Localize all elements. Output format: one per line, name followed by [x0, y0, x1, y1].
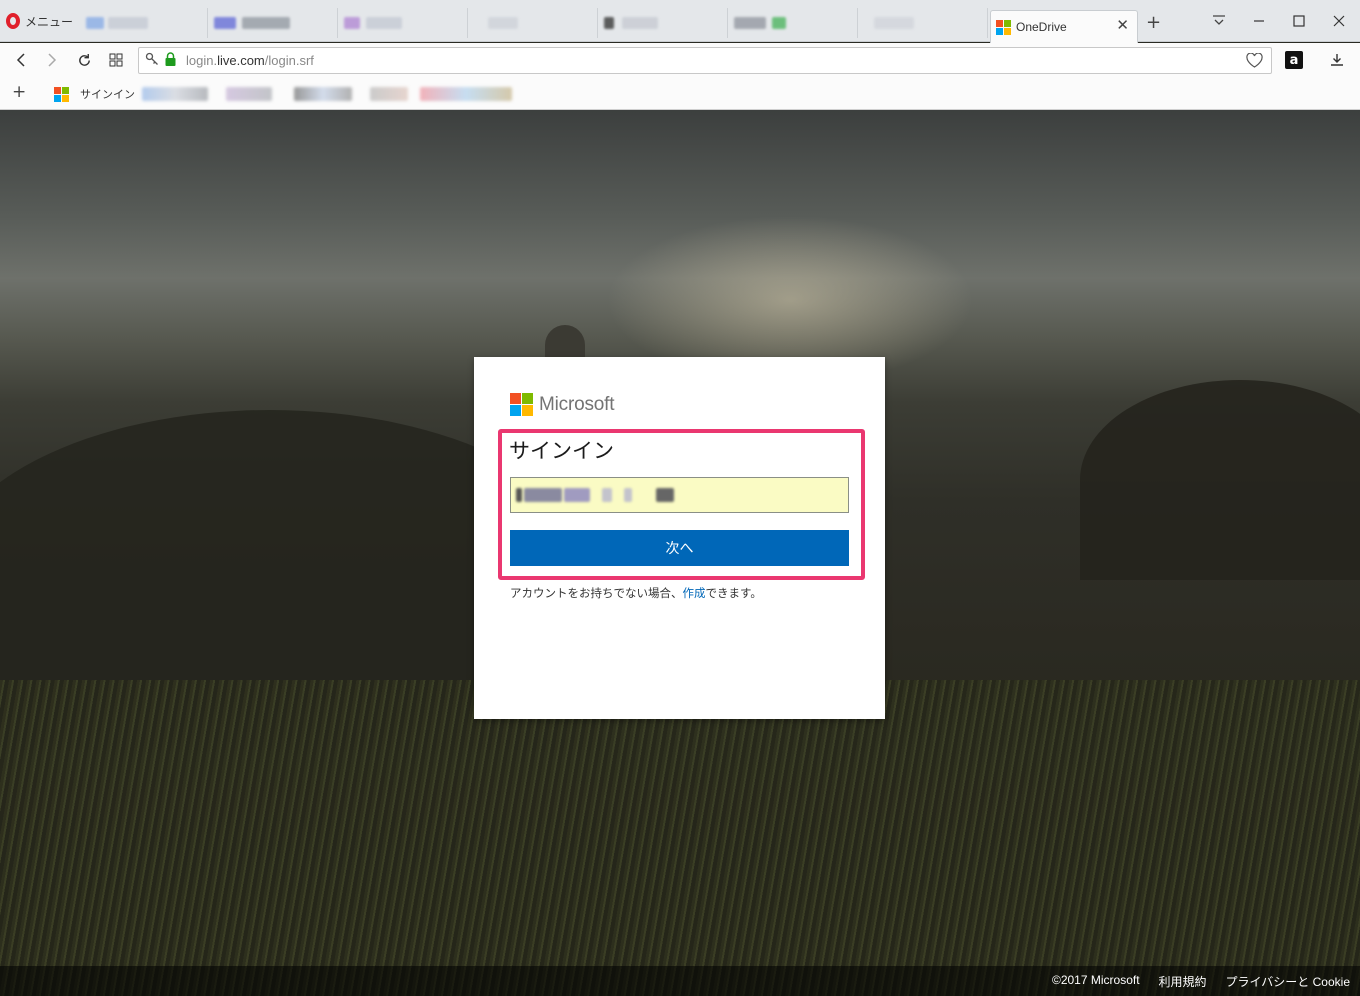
create-account-link[interactable]: 作成	[683, 586, 706, 600]
page-viewport: Microsoft サインイン 次へ アカウントをお持ちでない場合、作成できます…	[0, 110, 1360, 996]
terms-link[interactable]: 利用規約	[1159, 973, 1207, 990]
bookmark-item[interactable]	[142, 87, 208, 101]
microsoft-logo-icon	[510, 393, 533, 416]
copyright-text: ©2017 Microsoft	[1051, 973, 1140, 987]
browser-tab[interactable]	[338, 8, 468, 38]
email-field[interactable]	[510, 477, 849, 513]
browser-menu-button[interactable]: メニュー	[6, 10, 73, 32]
signin-card: Microsoft サインイン 次へ アカウントをお持ちでない場合、作成できます…	[474, 357, 885, 719]
bookmarks-bar: + サインイン	[0, 78, 1360, 110]
brand-name: Microsoft	[539, 393, 615, 415]
browser-menu-label: メニュー	[25, 14, 74, 29]
background-scenery	[0, 680, 1360, 996]
bookmark-label: サインイン	[80, 88, 135, 101]
bookmark-signin[interactable]: サインイン	[54, 86, 135, 102]
add-bookmark-icon[interactable]: +	[12, 84, 26, 101]
tab-onedrive[interactable]: OneDrive ✕	[990, 10, 1138, 43]
browser-tab[interactable]	[598, 8, 728, 38]
bookmark-item[interactable]	[226, 87, 272, 101]
minimize-icon[interactable]	[1246, 10, 1272, 32]
address-bar: login.live.com/login.srf a	[0, 43, 1360, 78]
tab-bar: メニュー OneDrive ✕ +	[0, 0, 1360, 43]
page-title: サインイン	[509, 439, 614, 463]
background-scenery	[1080, 380, 1360, 580]
bookmark-item[interactable]	[294, 87, 352, 101]
download-icon[interactable]	[1326, 49, 1348, 71]
microsoft-brand: Microsoft	[510, 393, 614, 416]
new-tab-icon[interactable]: +	[1146, 14, 1161, 32]
browser-tab[interactable]	[468, 8, 598, 38]
bookmark-item[interactable]	[370, 87, 408, 101]
bookmark-item[interactable]	[420, 87, 512, 101]
browser-tab[interactable]	[858, 8, 988, 38]
no-account-text: アカウントをお持ちでない場合、作成できます。	[510, 586, 762, 600]
forward-icon[interactable]	[41, 49, 63, 71]
privacy-cookie-link[interactable]: プライバシーと Cookie	[1226, 973, 1350, 990]
bookmark-heart-icon[interactable]	[1246, 52, 1263, 72]
reload-icon[interactable]	[73, 49, 95, 71]
background-tabs	[78, 8, 988, 38]
url-field[interactable]: login.live.com/login.srf	[138, 47, 1272, 74]
tab-menu-icon[interactable]	[1206, 10, 1232, 32]
microsoft-logo-icon	[996, 19, 1011, 35]
browser-tab[interactable]	[208, 8, 338, 38]
back-icon[interactable]	[10, 49, 32, 71]
opera-logo-icon	[6, 13, 20, 29]
url-text: login.live.com/login.srf	[186, 53, 314, 68]
footer: ©2017 Microsoft 利用規約 プライバシーと Cookie	[0, 966, 1360, 996]
key-icon[interactable]	[145, 51, 159, 70]
lock-icon[interactable]	[165, 51, 176, 70]
close-tab-icon[interactable]: ✕	[1116, 18, 1129, 33]
close-window-icon[interactable]	[1326, 10, 1352, 32]
browser-tab[interactable]	[78, 8, 208, 38]
next-button[interactable]: 次へ	[510, 530, 849, 566]
microsoft-logo-icon	[54, 86, 69, 102]
browser-tab[interactable]	[728, 8, 858, 38]
amazon-extension-icon[interactable]: a	[1285, 51, 1303, 69]
tab-title: OneDrive	[1016, 20, 1067, 34]
maximize-icon[interactable]	[1286, 10, 1312, 32]
speed-dial-icon[interactable]	[105, 49, 127, 71]
